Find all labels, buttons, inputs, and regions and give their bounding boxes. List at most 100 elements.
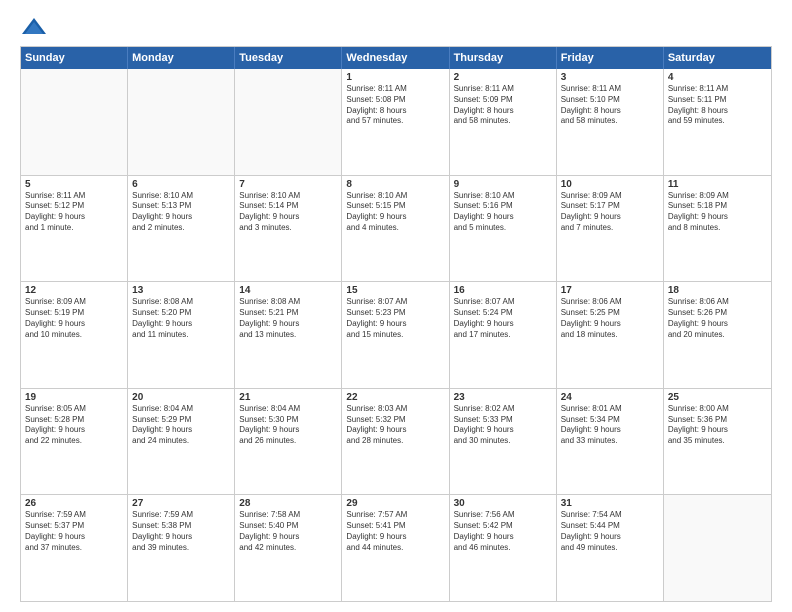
day-number: 8: [346, 179, 444, 190]
cal-cell-0-2: [235, 69, 342, 175]
cal-cell-1-1: 6Sunrise: 8:10 AM Sunset: 5:13 PM Daylig…: [128, 176, 235, 282]
cal-cell-3-4: 23Sunrise: 8:02 AM Sunset: 5:33 PM Dayli…: [450, 389, 557, 495]
day-number: 5: [25, 179, 123, 190]
day-number: 13: [132, 285, 230, 296]
calendar-row-3: 19Sunrise: 8:05 AM Sunset: 5:28 PM Dayli…: [21, 388, 771, 495]
cell-details: Sunrise: 8:09 AM Sunset: 5:19 PM Dayligh…: [25, 297, 123, 340]
day-number: 26: [25, 498, 123, 509]
cal-cell-3-3: 22Sunrise: 8:03 AM Sunset: 5:32 PM Dayli…: [342, 389, 449, 495]
day-number: 29: [346, 498, 444, 509]
calendar-row-2: 12Sunrise: 8:09 AM Sunset: 5:19 PM Dayli…: [21, 281, 771, 388]
cal-cell-4-6: [664, 495, 771, 601]
day-number: 17: [561, 285, 659, 296]
cell-details: Sunrise: 7:59 AM Sunset: 5:37 PM Dayligh…: [25, 510, 123, 553]
cell-details: Sunrise: 7:56 AM Sunset: 5:42 PM Dayligh…: [454, 510, 552, 553]
cal-cell-1-2: 7Sunrise: 8:10 AM Sunset: 5:14 PM Daylig…: [235, 176, 342, 282]
cell-details: Sunrise: 8:08 AM Sunset: 5:20 PM Dayligh…: [132, 297, 230, 340]
day-number: 20: [132, 392, 230, 403]
calendar-row-0: 1Sunrise: 8:11 AM Sunset: 5:08 PM Daylig…: [21, 69, 771, 175]
cal-cell-3-2: 21Sunrise: 8:04 AM Sunset: 5:30 PM Dayli…: [235, 389, 342, 495]
day-number: 28: [239, 498, 337, 509]
cal-cell-4-3: 29Sunrise: 7:57 AM Sunset: 5:41 PM Dayli…: [342, 495, 449, 601]
day-number: 30: [454, 498, 552, 509]
cell-details: Sunrise: 8:09 AM Sunset: 5:18 PM Dayligh…: [668, 191, 767, 234]
day-number: 22: [346, 392, 444, 403]
cal-cell-4-0: 26Sunrise: 7:59 AM Sunset: 5:37 PM Dayli…: [21, 495, 128, 601]
day-number: 11: [668, 179, 767, 190]
day-number: 9: [454, 179, 552, 190]
cal-cell-2-0: 12Sunrise: 8:09 AM Sunset: 5:19 PM Dayli…: [21, 282, 128, 388]
day-number: 16: [454, 285, 552, 296]
cal-cell-0-4: 2Sunrise: 8:11 AM Sunset: 5:09 PM Daylig…: [450, 69, 557, 175]
day-number: 15: [346, 285, 444, 296]
day-number: 12: [25, 285, 123, 296]
cal-cell-3-6: 25Sunrise: 8:00 AM Sunset: 5:36 PM Dayli…: [664, 389, 771, 495]
calendar-row-4: 26Sunrise: 7:59 AM Sunset: 5:37 PM Dayli…: [21, 494, 771, 601]
cell-details: Sunrise: 8:11 AM Sunset: 5:08 PM Dayligh…: [346, 84, 444, 127]
cal-cell-3-0: 19Sunrise: 8:05 AM Sunset: 5:28 PM Dayli…: [21, 389, 128, 495]
cell-details: Sunrise: 8:11 AM Sunset: 5:09 PM Dayligh…: [454, 84, 552, 127]
day-number: 24: [561, 392, 659, 403]
cell-details: Sunrise: 8:10 AM Sunset: 5:16 PM Dayligh…: [454, 191, 552, 234]
header: [20, 16, 772, 38]
cell-details: Sunrise: 8:09 AM Sunset: 5:17 PM Dayligh…: [561, 191, 659, 234]
header-day-thursday: Thursday: [450, 47, 557, 69]
page: SundayMondayTuesdayWednesdayThursdayFrid…: [0, 0, 792, 612]
cal-cell-0-5: 3Sunrise: 8:11 AM Sunset: 5:10 PM Daylig…: [557, 69, 664, 175]
day-number: 6: [132, 179, 230, 190]
cell-details: Sunrise: 8:10 AM Sunset: 5:14 PM Dayligh…: [239, 191, 337, 234]
day-number: 2: [454, 72, 552, 83]
cal-cell-1-4: 9Sunrise: 8:10 AM Sunset: 5:16 PM Daylig…: [450, 176, 557, 282]
cell-details: Sunrise: 8:05 AM Sunset: 5:28 PM Dayligh…: [25, 404, 123, 447]
cal-cell-0-1: [128, 69, 235, 175]
day-number: 3: [561, 72, 659, 83]
header-day-saturday: Saturday: [664, 47, 771, 69]
day-number: 19: [25, 392, 123, 403]
cell-details: Sunrise: 8:11 AM Sunset: 5:12 PM Dayligh…: [25, 191, 123, 234]
cal-cell-3-5: 24Sunrise: 8:01 AM Sunset: 5:34 PM Dayli…: [557, 389, 664, 495]
calendar-row-1: 5Sunrise: 8:11 AM Sunset: 5:12 PM Daylig…: [21, 175, 771, 282]
day-number: 25: [668, 392, 767, 403]
day-number: 23: [454, 392, 552, 403]
header-day-sunday: Sunday: [21, 47, 128, 69]
cal-cell-1-0: 5Sunrise: 8:11 AM Sunset: 5:12 PM Daylig…: [21, 176, 128, 282]
cell-details: Sunrise: 8:07 AM Sunset: 5:24 PM Dayligh…: [454, 297, 552, 340]
header-day-monday: Monday: [128, 47, 235, 69]
day-number: 14: [239, 285, 337, 296]
day-number: 4: [668, 72, 767, 83]
cal-cell-2-4: 16Sunrise: 8:07 AM Sunset: 5:24 PM Dayli…: [450, 282, 557, 388]
cell-details: Sunrise: 8:08 AM Sunset: 5:21 PM Dayligh…: [239, 297, 337, 340]
day-number: 1: [346, 72, 444, 83]
cal-cell-2-3: 15Sunrise: 8:07 AM Sunset: 5:23 PM Dayli…: [342, 282, 449, 388]
cell-details: Sunrise: 8:04 AM Sunset: 5:29 PM Dayligh…: [132, 404, 230, 447]
cal-cell-1-3: 8Sunrise: 8:10 AM Sunset: 5:15 PM Daylig…: [342, 176, 449, 282]
cell-details: Sunrise: 8:11 AM Sunset: 5:10 PM Dayligh…: [561, 84, 659, 127]
cal-cell-2-1: 13Sunrise: 8:08 AM Sunset: 5:20 PM Dayli…: [128, 282, 235, 388]
cell-details: Sunrise: 7:54 AM Sunset: 5:44 PM Dayligh…: [561, 510, 659, 553]
cal-cell-2-2: 14Sunrise: 8:08 AM Sunset: 5:21 PM Dayli…: [235, 282, 342, 388]
header-day-wednesday: Wednesday: [342, 47, 449, 69]
cal-cell-4-4: 30Sunrise: 7:56 AM Sunset: 5:42 PM Dayli…: [450, 495, 557, 601]
cal-cell-0-3: 1Sunrise: 8:11 AM Sunset: 5:08 PM Daylig…: [342, 69, 449, 175]
cell-details: Sunrise: 8:02 AM Sunset: 5:33 PM Dayligh…: [454, 404, 552, 447]
cal-cell-4-2: 28Sunrise: 7:58 AM Sunset: 5:40 PM Dayli…: [235, 495, 342, 601]
cell-details: Sunrise: 8:10 AM Sunset: 5:13 PM Dayligh…: [132, 191, 230, 234]
day-number: 21: [239, 392, 337, 403]
logo-icon: [20, 16, 48, 38]
cal-cell-4-1: 27Sunrise: 7:59 AM Sunset: 5:38 PM Dayli…: [128, 495, 235, 601]
header-day-friday: Friday: [557, 47, 664, 69]
calendar-body: 1Sunrise: 8:11 AM Sunset: 5:08 PM Daylig…: [21, 69, 771, 601]
cell-details: Sunrise: 8:07 AM Sunset: 5:23 PM Dayligh…: [346, 297, 444, 340]
cell-details: Sunrise: 8:10 AM Sunset: 5:15 PM Dayligh…: [346, 191, 444, 234]
cell-details: Sunrise: 8:11 AM Sunset: 5:11 PM Dayligh…: [668, 84, 767, 127]
calendar-header: SundayMondayTuesdayWednesdayThursdayFrid…: [21, 47, 771, 69]
cell-details: Sunrise: 7:57 AM Sunset: 5:41 PM Dayligh…: [346, 510, 444, 553]
cell-details: Sunrise: 8:04 AM Sunset: 5:30 PM Dayligh…: [239, 404, 337, 447]
cal-cell-0-0: [21, 69, 128, 175]
day-number: 10: [561, 179, 659, 190]
cal-cell-4-5: 31Sunrise: 7:54 AM Sunset: 5:44 PM Dayli…: [557, 495, 664, 601]
cell-details: Sunrise: 7:59 AM Sunset: 5:38 PM Dayligh…: [132, 510, 230, 553]
cell-details: Sunrise: 8:01 AM Sunset: 5:34 PM Dayligh…: [561, 404, 659, 447]
cal-cell-2-6: 18Sunrise: 8:06 AM Sunset: 5:26 PM Dayli…: [664, 282, 771, 388]
cal-cell-3-1: 20Sunrise: 8:04 AM Sunset: 5:29 PM Dayli…: [128, 389, 235, 495]
